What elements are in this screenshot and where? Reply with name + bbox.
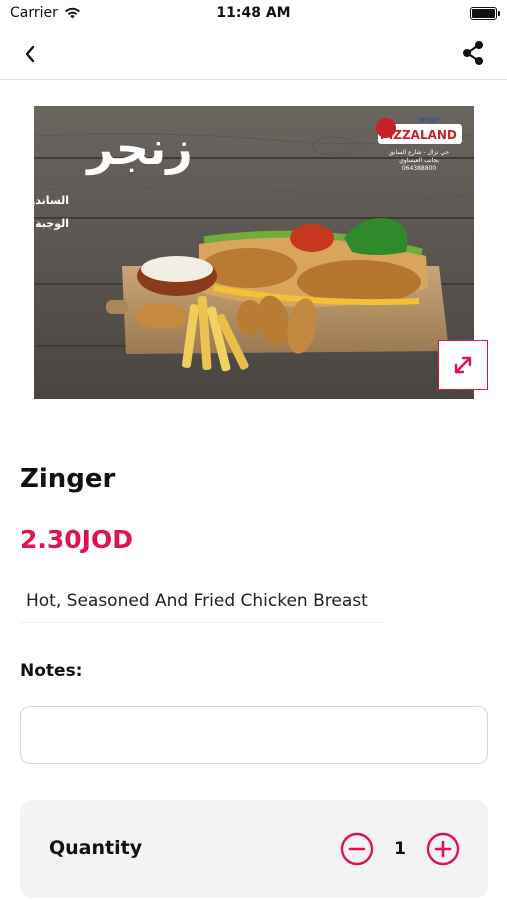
share-button[interactable] [459, 39, 487, 67]
hero-price-meal: الوجبة - - - -> ٣.٠٠ [34, 217, 69, 230]
status-time: 11:48 AM [216, 5, 291, 21]
hero-price-sandwich: الساندويش - - - -> ٢.٣٠ [34, 194, 69, 207]
status-bar: Carrier 11:48 AM [0, 0, 507, 28]
notes-input[interactable] [20, 706, 488, 764]
product-name: Zinger [20, 464, 116, 494]
expand-icon [454, 356, 472, 374]
divider [20, 622, 385, 623]
notes-label: Notes: [20, 661, 83, 681]
navigation-bar [0, 28, 507, 80]
increase-quantity-button[interactable] [426, 832, 460, 866]
svg-text:064388800: 064388800 [402, 165, 437, 172]
minus-circle-icon [340, 832, 374, 866]
svg-text:Magic: Magic [419, 116, 440, 124]
hero-title: زنجر [85, 121, 193, 175]
svg-text:بجانب العيساوي: بجانب العيساوي [399, 157, 439, 164]
product-photo: زنجر الساندويش - - - -> ٢.٣٠ الوجبة - - … [34, 106, 474, 399]
decrease-quantity-button[interactable] [340, 832, 374, 866]
plus-circle-icon [426, 832, 460, 866]
svg-text:PIZZALAND: PIZZALAND [380, 128, 457, 142]
svg-text:حي نزال - شارع السابق: حي نزال - شارع السابق [389, 149, 449, 156]
back-button[interactable] [16, 40, 44, 68]
quantity-value: 1 [394, 839, 406, 859]
quantity-label: Quantity [49, 837, 143, 859]
battery-icon [470, 7, 500, 20]
product-price: 2.30JOD [20, 525, 133, 554]
product-description: Hot, Seasoned And Fried Chicken Breast [26, 591, 368, 611]
chevron-left-icon [25, 45, 35, 63]
expand-image-button[interactable] [438, 340, 488, 390]
share-icon [463, 41, 483, 65]
quantity-card: Quantity 1 [20, 800, 488, 898]
product-image: زنجر الساندويش - - - -> ٢.٣٠ الوجبة - - … [34, 106, 474, 399]
